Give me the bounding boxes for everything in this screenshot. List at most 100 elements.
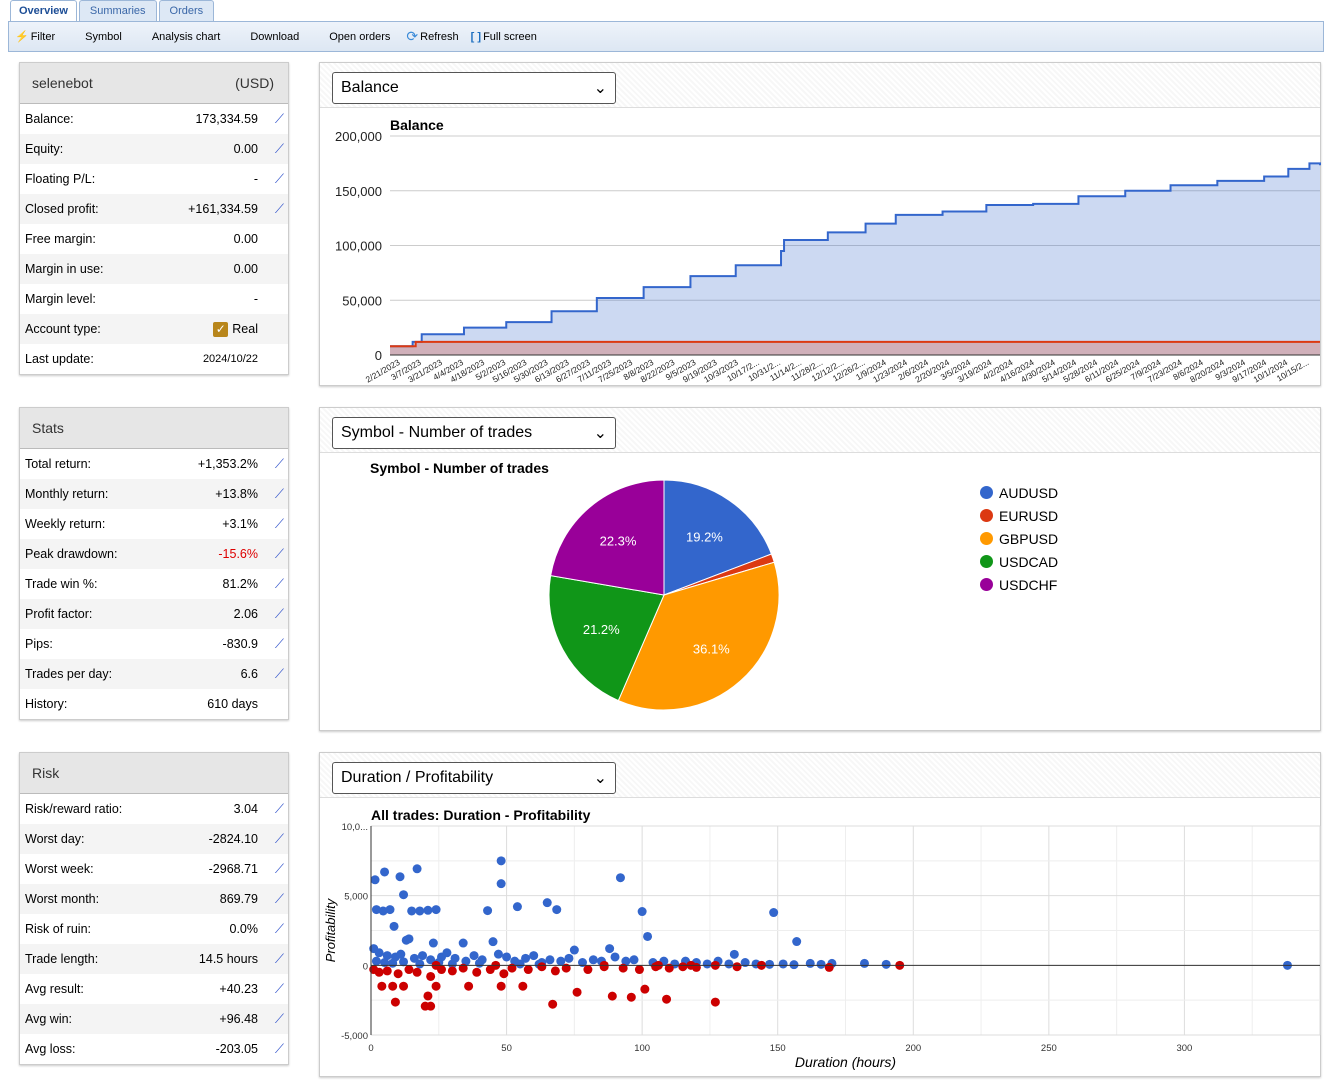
select-value: Symbol - Number of trades [341,424,533,441]
win-point [412,864,422,874]
win-point [542,898,552,908]
stat-label: Margin level: [25,292,96,306]
chart-line-icon[interactable]: ⟋ [258,891,284,907]
chart-line-icon[interactable]: ⟋ [258,1011,284,1027]
chevron-down-icon: ⌄ [593,425,607,442]
chart-line-icon[interactable]: ⟋ [258,456,284,472]
legend-item[interactable]: GBPUSD [980,527,1058,550]
chart-line-icon[interactable]: ⟋ [258,861,284,877]
stat-label: Last update: [25,352,94,366]
win-point [859,958,869,968]
win-point [370,875,380,885]
win-point [428,938,438,948]
loss-point [412,967,422,977]
stat-row: Monthly return: +13.8% ⟋ [20,479,288,509]
chart-title: All trades: Duration - Profitability [371,807,591,823]
legend-item[interactable]: AUDUSD [980,481,1058,504]
chart-line-icon[interactable]: ⟋ [258,801,284,817]
stat-value: +1,353.2% [197,457,258,471]
legend-item[interactable]: EURUSD [980,504,1058,527]
chart-type-select[interactable]: Balance ⌄ [332,72,616,104]
x-tick-label: 150 [770,1043,786,1054]
stat-row: Profit factor: 2.06 ⟋ [20,599,288,629]
pie-chart: Symbol - Number of trades 19.2% 36.1% 21.2%… [370,460,780,711]
loss-point [423,991,433,1001]
chart-type-select[interactable]: Duration / Profitability ⌄ [332,762,616,794]
stat-value: 869.79 [219,892,258,906]
legend-item[interactable]: USDCHF [980,573,1058,596]
fullscreen-button[interactable]: [ ] Full screen [465,31,543,43]
stat-value: +96.48 [219,1012,258,1026]
win-point [502,952,512,962]
stat-value: ✓ Real [213,321,258,337]
stat-value: +3.1% [222,517,258,531]
y-tick-label: -5,000 [341,1031,368,1042]
open-orders-button[interactable]: Open orders [323,31,396,43]
stat-label: Worst week: [25,862,94,876]
chevron-down-icon: ⌄ [593,80,607,97]
win-point [765,959,775,969]
tab-orders[interactable]: Orders [158,0,215,22]
stat-value: 6.6 [240,667,258,681]
chart-line-icon[interactable]: ⟋ [258,141,284,157]
legend-label: USDCHF [999,576,1058,593]
win-point [374,948,384,958]
win-point [399,890,409,900]
chart-line-icon[interactable]: ⟋ [258,111,284,127]
win-point [388,958,398,968]
chart-line-icon[interactable]: ⟋ [258,606,284,622]
stat-row: Margin in use: 0.00 [20,254,288,284]
chart-line-icon[interactable]: ⟋ [258,201,284,217]
chart-line-icon[interactable]: ⟋ [258,516,284,532]
win-point [588,955,598,965]
tab-overview[interactable]: Overview [10,0,77,22]
loss-point [420,1001,430,1011]
win-point [637,907,647,917]
loss-point [572,987,582,997]
stat-row: Worst month: 869.79 ⟋ [20,884,288,914]
stat-label: Closed profit: [25,202,99,216]
analysis-chart-button[interactable]: Analysis chart [146,31,226,43]
chart-type-select[interactable]: Symbol - Number of trades ⌄ [332,417,616,449]
chart-line-icon[interactable]: ⟋ [258,546,284,562]
filter-button[interactable]: ⚡ Filter [9,30,61,44]
pie-legend: AUDUSD EURUSD GBPUSD USDCAD USDCHF [980,481,1058,596]
loss-point [426,971,436,981]
chart-line-icon[interactable]: ⟋ [258,921,284,937]
slice-label: 19.2% [686,529,723,544]
y-axis-title: Profitability [323,897,338,962]
stat-label: Worst day: [25,832,85,846]
chart-line-icon[interactable]: ⟋ [258,486,284,502]
download-button[interactable]: Download [244,31,305,43]
stat-label: Equity: [25,142,64,156]
legend-item[interactable]: USDCAD [980,550,1058,573]
chart-line-icon[interactable]: ⟋ [258,636,284,652]
loss-point [523,965,533,975]
chart-line-icon[interactable]: ⟋ [258,666,284,682]
toolbar: ⚡ Filter Symbol Analysis chart Download O… [8,21,1324,52]
y-tick-label: 150,000 [335,184,382,199]
chart-line-icon[interactable]: ⟋ [258,951,284,967]
stat-row: Total return: +1,353.2% ⟋ [20,449,288,479]
tab-summaries[interactable]: Summaries [78,0,157,22]
win-point [724,959,734,969]
stat-label: Avg win: [25,1012,73,1026]
win-point [512,902,522,912]
refresh-button[interactable]: ⟳ Refresh [400,28,464,45]
chart-line-icon[interactable]: ⟋ [258,981,284,997]
chart-line-icon[interactable]: ⟋ [258,1041,284,1057]
symbol-button[interactable]: Symbol [79,31,128,43]
stat-value: 81.2% [222,577,258,591]
stat-value: -830.9 [222,637,258,651]
win-point [488,937,498,947]
chart-line-icon[interactable]: ⟋ [258,831,284,847]
chart-line-icon[interactable]: ⟋ [258,171,284,187]
filter-label: Filter [30,30,56,43]
stat-value: 173,334.59 [195,112,258,126]
win-point [483,906,493,916]
stat-row: Closed profit: +161,334.59 ⟋ [20,194,288,224]
stat-label: Avg loss: [25,1042,76,1056]
chart-line-icon[interactable]: ⟋ [258,576,284,592]
stat-row: Worst day: -2824.10 ⟋ [20,824,288,854]
win-point [789,960,799,970]
